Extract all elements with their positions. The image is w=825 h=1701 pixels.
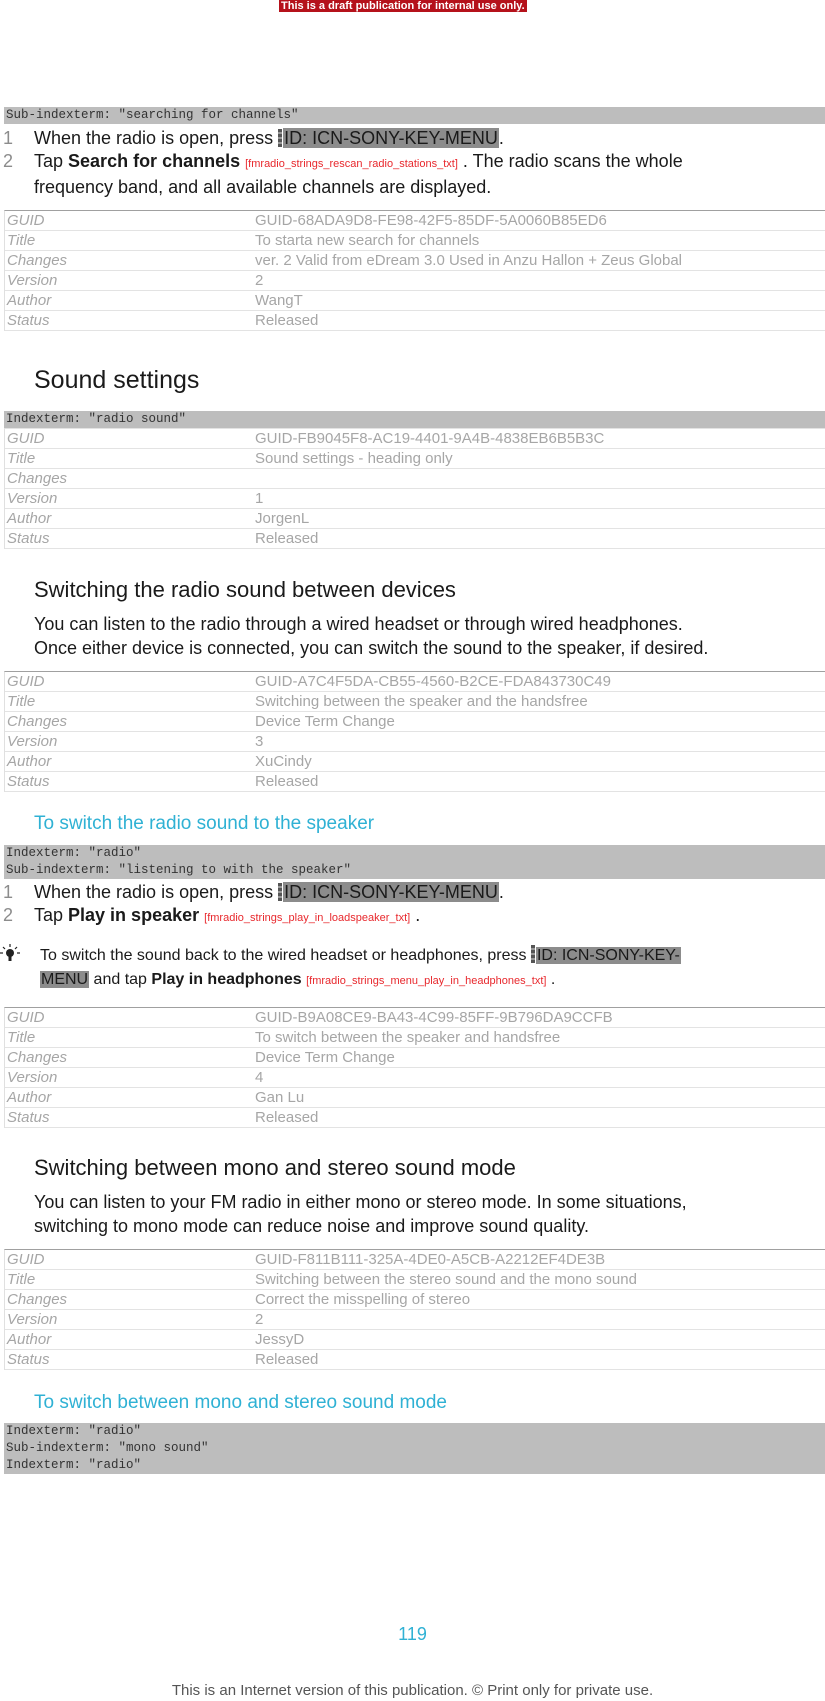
index-term-line: Indexterm: "radio"	[6, 1424, 142, 1438]
meta-row: Version 2	[5, 271, 825, 291]
key-marker-icon	[278, 129, 283, 147]
meta-row: Version 4	[5, 1068, 825, 1088]
meta-row: GUID GUID-B9A08CE9-BA43-4C99-85FF-9B796DA…	[5, 1008, 825, 1028]
meta-row: Changes Device Term Change	[5, 712, 825, 732]
meta-row: Changes ver. 2 Valid from eDream 3.0 Used…	[5, 251, 825, 271]
meta-row: Author XuCindy	[5, 752, 825, 772]
meta-row: GUID GUID-FB9045F8-AC19-4401-9A4B-4838EB6…	[5, 429, 825, 449]
meta-row: Version 2	[5, 1310, 825, 1330]
meta-row: Changes Correct the misspelling of stereo	[5, 1290, 825, 1310]
key-placeholder: ID: ICN-SONY-KEY-MENU	[283, 882, 499, 902]
metadata-table: GUID GUID-68ADA9D8-FE98-42F5-85DF-5A0060B…	[4, 210, 825, 331]
page-number: 119	[398, 1624, 427, 1644]
meta-row: Changes Device Term Change	[5, 1048, 825, 1068]
index-term-bar: Indexterm: "radio" Sub-indexterm: "mono …	[4, 1423, 825, 1474]
meta-row: Changes	[5, 469, 825, 489]
ui-label: Search for channels	[68, 151, 241, 171]
ui-label: Play in headphones	[151, 971, 302, 988]
subsection-heading: Switching between mono and stereo sound …	[34, 1155, 516, 1180]
meta-row: Status Released	[5, 1108, 825, 1128]
index-term-line: Indexterm: "radio"	[6, 846, 142, 860]
meta-row: Status Released	[5, 772, 825, 792]
meta-row: Title To switch between the speaker and h…	[5, 1028, 825, 1048]
step-number: 2	[3, 905, 14, 925]
key-placeholder: MENU	[40, 971, 90, 988]
meta-row: Status Released	[5, 311, 825, 331]
meta-row: GUID GUID-F811B111-325A-4DE0-A5CB-A2212EF…	[5, 1250, 825, 1270]
meta-row: Title Switching between the stereo sound …	[5, 1270, 825, 1290]
section-heading: Sound settings	[34, 366, 200, 394]
index-term-line: Sub-indexterm: "mono sound"	[6, 1441, 209, 1455]
body-text: You can listen to your FM radio in eithe…	[34, 1192, 687, 1212]
meta-row: Version 1	[5, 489, 825, 509]
index-term-line: Indexterm: "radio sound"	[6, 412, 187, 426]
key-marker-icon	[278, 883, 283, 901]
index-term-line: Indexterm: "radio"	[6, 1458, 142, 1472]
meta-row: Author WangT	[5, 291, 825, 311]
index-term-line: Sub-indexterm: "listening to with the sp…	[6, 863, 352, 877]
task-heading: To switch the radio sound to the speaker	[34, 813, 375, 834]
string-ref: [fmradio_strings_play_in_loadspeaker_txt…	[204, 912, 411, 924]
index-term-line: Sub-indexterm: "searching for channels"	[6, 108, 299, 122]
meta-row: Title To starta new search for channels	[5, 231, 825, 251]
meta-row: Status Released	[5, 1350, 825, 1370]
task-heading: To switch between mono and stereo sound …	[34, 1392, 447, 1413]
body-text: Once either device is connected, you can…	[34, 638, 709, 658]
meta-row: Title Sound settings - heading only	[5, 449, 825, 469]
subsection-heading: Switching the radio sound between device…	[34, 577, 456, 602]
key-marker-icon	[530, 945, 535, 963]
metadata-table: GUID GUID-A7C4F5DA-CB55-4560-B2CE-FDA8437…	[4, 671, 825, 792]
index-term-bar: Indexterm: "radio" Sub-indexterm: "liste…	[4, 845, 825, 879]
metadata-table: GUID GUID-B9A08CE9-BA43-4C99-85FF-9B796DA…	[4, 1007, 825, 1128]
string-ref: [fmradio_strings_menu_play_in_headphones…	[306, 975, 547, 987]
metadata-table: GUID GUID-F811B111-325A-4DE0-A5CB-A2212EF…	[4, 1249, 825, 1370]
step-number: 2	[3, 151, 14, 171]
string-ref: [fmradio_strings_rescan_radio_stations_t…	[245, 158, 458, 170]
lightbulb-icon	[0, 944, 20, 961]
meta-row: GUID GUID-A7C4F5DA-CB55-4560-B2CE-FDA8437…	[5, 672, 825, 692]
index-term-bar: Sub-indexterm: "searching for channels"	[4, 107, 825, 124]
footer-notice: This is an Internet version of this publ…	[171, 1682, 654, 1699]
meta-row: Status Released	[5, 529, 825, 549]
ui-label: Play in speaker	[68, 905, 200, 925]
key-placeholder: ID: ICN-SONY-KEY-MENU	[283, 128, 499, 148]
meta-row: Title Switching between the speaker and t…	[5, 692, 825, 712]
meta-row: Version 3	[5, 732, 825, 752]
meta-row: GUID GUID-68ADA9D8-FE98-42F5-85DF-5A0060B…	[5, 211, 825, 231]
body-text: switching to mono mode can reduce noise …	[34, 1216, 589, 1236]
metadata-table: GUID GUID-FB9045F8-AC19-4401-9A4B-4838EB6…	[4, 428, 825, 549]
meta-row: Author Gan Lu	[5, 1088, 825, 1108]
meta-row: Author JorgenL	[5, 509, 825, 529]
draft-banner: This is a draft publication for internal…	[279, 0, 527, 12]
index-term-bar: Indexterm: "radio sound"	[4, 411, 825, 428]
meta-row: Author JessyD	[5, 1330, 825, 1350]
key-placeholder: ID: ICN-SONY-KEY-	[535, 947, 681, 964]
body-text: You can listen to the radio through a wi…	[34, 614, 683, 634]
